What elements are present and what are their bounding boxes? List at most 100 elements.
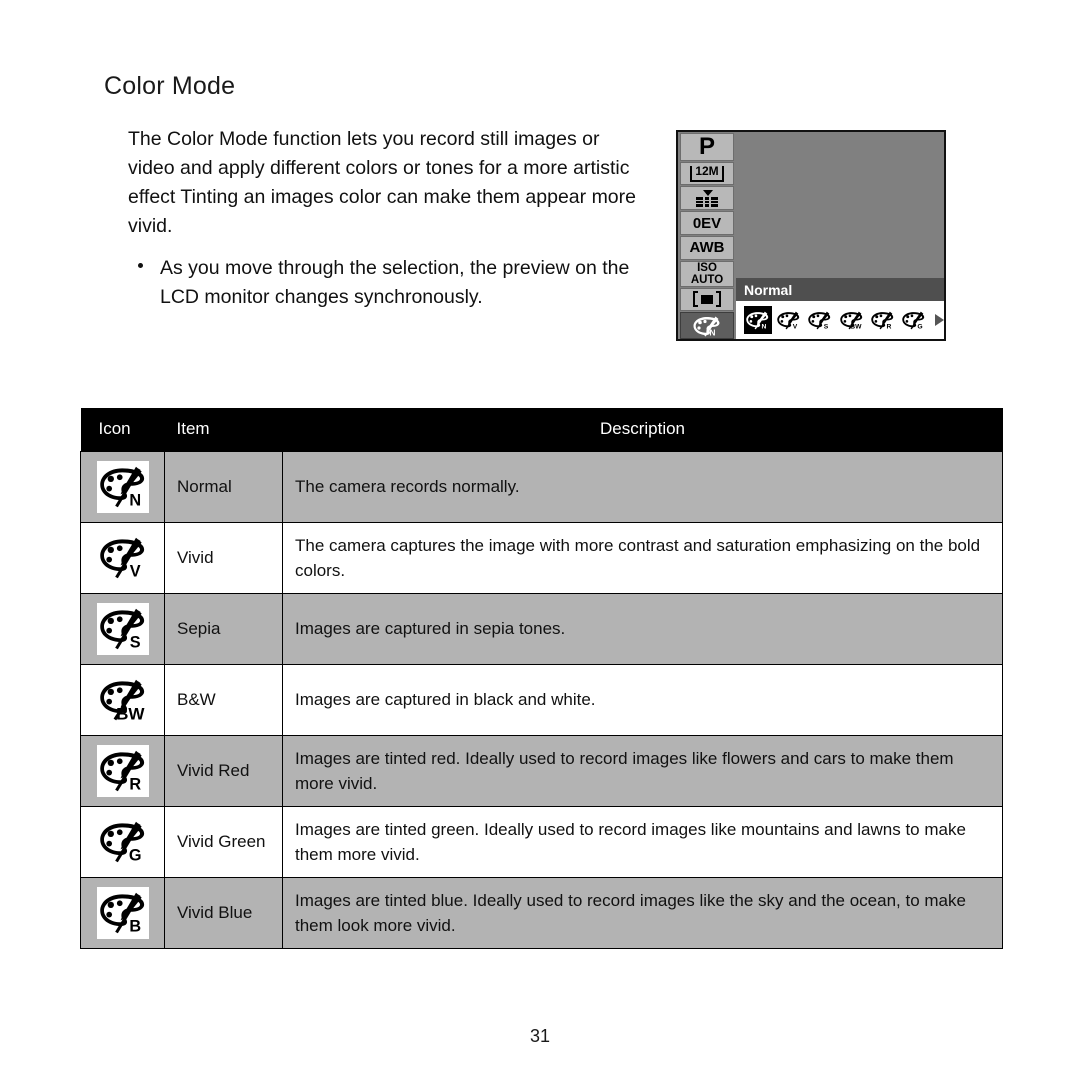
column-header-description: Description bbox=[282, 408, 1003, 451]
row-description: The camera captures the image with more … bbox=[282, 521, 1003, 594]
lcd-menu-item-normal[interactable]: N bbox=[744, 306, 773, 334]
palette-icon-letter: V bbox=[129, 562, 140, 580]
page-number: 31 bbox=[529, 1026, 551, 1046]
row-description: Images are captured in sepia tones. bbox=[282, 592, 1003, 665]
palette-icon-letter: S bbox=[824, 323, 829, 330]
palette-icon-letter: BW bbox=[116, 704, 145, 723]
whitebalance-chip-label: AWB bbox=[689, 239, 725, 257]
row-icon-cell: R bbox=[80, 734, 165, 807]
table-body: N Normal The camera records normally. V … bbox=[80, 450, 1003, 949]
table-row: R Vivid Red Images are tinted red. Ideal… bbox=[80, 734, 1003, 807]
palette-icon-letter: N bbox=[761, 323, 766, 330]
palette-icon: BW bbox=[839, 311, 862, 330]
palette-icon: R bbox=[871, 311, 894, 330]
palette-icon: S bbox=[99, 608, 144, 651]
table-row: B Vivid Blue Images are tinted blue. Ide… bbox=[80, 876, 1003, 949]
mode-chip-label: P bbox=[698, 133, 715, 160]
exposure-chip-label: 0EV bbox=[692, 214, 722, 232]
row-icon-cell: N bbox=[80, 450, 165, 523]
lcd-menu-item-vivid-green[interactable]: G bbox=[901, 306, 929, 334]
row-item-name: B&W bbox=[164, 663, 283, 736]
bullet-note-text: As you move through the selection, the p… bbox=[160, 257, 630, 308]
palette-icon: B bbox=[99, 892, 144, 935]
lcd-menu-item-bw[interactable]: BW bbox=[838, 306, 866, 334]
lcd-menu-icon-strip: N V S BW R G bbox=[736, 301, 944, 339]
lcd-menu-item-vivid-red[interactable]: R bbox=[869, 306, 897, 334]
intro-paragraph: The Color Mode function lets you record … bbox=[128, 128, 636, 237]
icon-chip: G bbox=[96, 815, 149, 868]
mode-chip: P bbox=[680, 133, 734, 161]
row-icon-cell: V bbox=[80, 521, 165, 594]
row-item-name: Vivid Red bbox=[164, 734, 283, 807]
palette-icon: G bbox=[902, 311, 925, 330]
palette-icon-letter: B bbox=[129, 917, 141, 935]
table-row: V Vivid The camera captures the image wi… bbox=[80, 521, 1003, 594]
palette-icon-letter: G bbox=[918, 323, 923, 330]
row-item-name: Vivid bbox=[164, 521, 283, 594]
palette-icon-letter: S bbox=[129, 633, 140, 651]
iso-chip-value: AUTO bbox=[690, 273, 724, 286]
palette-icon: N bbox=[99, 466, 144, 509]
row-description: Images are captured in black and white. bbox=[282, 663, 1003, 736]
icon-chip: V bbox=[96, 531, 149, 584]
icon-chip: B bbox=[96, 886, 149, 939]
metering-chip bbox=[680, 287, 734, 312]
colormode-chip: N bbox=[680, 312, 734, 340]
page-title: Color Mode bbox=[104, 72, 236, 100]
row-icon-cell: G bbox=[80, 805, 165, 878]
row-item-name: Normal bbox=[164, 450, 283, 523]
palette-icon: S bbox=[808, 311, 831, 330]
row-description: Images are tinted green. Ideally used to… bbox=[282, 805, 1003, 878]
lcd-menu-item-vivid[interactable]: V bbox=[775, 306, 803, 334]
palette-icon-letter: N bbox=[709, 327, 715, 337]
table-row: G Vivid Green Images are tinted green. I… bbox=[80, 805, 1003, 878]
palette-icon-letter: G bbox=[128, 846, 141, 864]
palette-icon: V bbox=[99, 537, 144, 580]
palette-icon: V bbox=[777, 311, 800, 330]
whitebalance-chip: AWB bbox=[680, 236, 734, 260]
exposure-chip: 0EV bbox=[680, 211, 734, 236]
iso-chip: ISO AUTO bbox=[680, 260, 734, 287]
resolution-chip: 12M bbox=[680, 161, 734, 186]
palette-icon: G bbox=[99, 821, 144, 864]
palette-icon-letter: R bbox=[129, 775, 141, 793]
row-description: Images are tinted red. Ideally used to r… bbox=[282, 734, 1003, 807]
manual-page: Color Mode The Color Mode function lets … bbox=[0, 0, 1080, 1080]
table-row: N Normal The camera records normally. bbox=[80, 450, 1003, 523]
table-row: BW B&W Images are captured in black and … bbox=[80, 663, 1003, 736]
row-icon-cell: S bbox=[80, 592, 165, 665]
palette-icon: R bbox=[99, 750, 144, 793]
palette-icon-letter: R bbox=[887, 323, 892, 330]
lcd-menu-item-sepia[interactable]: S bbox=[807, 306, 835, 334]
bullet-note: As you move through the selection, the p… bbox=[138, 254, 648, 312]
table-row: S Sepia Images are captured in sepia ton… bbox=[80, 592, 1003, 665]
lcd-menu-title: Normal bbox=[736, 278, 944, 301]
quality-chip bbox=[680, 186, 734, 211]
table-header-row: Icon Item Description bbox=[80, 408, 1003, 451]
palette-icon: N bbox=[745, 311, 768, 330]
palette-icon: BW bbox=[99, 679, 145, 723]
row-item-name: Vivid Green bbox=[164, 805, 283, 878]
row-item-name: Vivid Blue bbox=[164, 876, 283, 949]
iso-chip-label: ISO bbox=[697, 261, 717, 274]
row-item-name: Sepia bbox=[164, 592, 283, 665]
row-description: Images are tinted blue. Ideally used to … bbox=[282, 876, 1003, 949]
lcd-colormode-menu: Normal N V S BW R G bbox=[736, 278, 944, 339]
column-header-item: Item bbox=[164, 408, 283, 451]
color-mode-table: Icon Item Description N Normal The camer… bbox=[80, 408, 1003, 949]
lcd-screen-illustration: P 12M 0EV AWB ISO AUTO N Normal N V S BW… bbox=[676, 130, 946, 341]
row-description: The camera records normally. bbox=[282, 450, 1003, 523]
palette-icon: N bbox=[693, 316, 720, 337]
right-arrow-icon[interactable] bbox=[934, 314, 944, 326]
column-header-icon: Icon bbox=[80, 408, 165, 451]
bullet-dot-icon bbox=[138, 263, 143, 268]
resolution-chip-label: 12M bbox=[690, 165, 724, 182]
palette-icon-letter: V bbox=[793, 323, 798, 330]
palette-icon-letter: N bbox=[129, 491, 141, 509]
icon-chip: S bbox=[96, 602, 149, 655]
icon-chip: N bbox=[96, 460, 149, 513]
icon-chip: R bbox=[96, 744, 149, 797]
metering-icon bbox=[693, 291, 721, 308]
row-icon-cell: BW bbox=[80, 663, 165, 736]
row-icon-cell: B bbox=[80, 876, 165, 949]
